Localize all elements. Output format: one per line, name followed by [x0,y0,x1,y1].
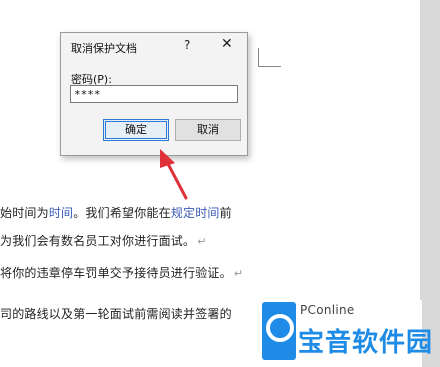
magnifier-icon [266,314,294,342]
watermark-name: PConline [300,303,355,317]
watermark-chars: 宝音软件园 [298,328,434,358]
